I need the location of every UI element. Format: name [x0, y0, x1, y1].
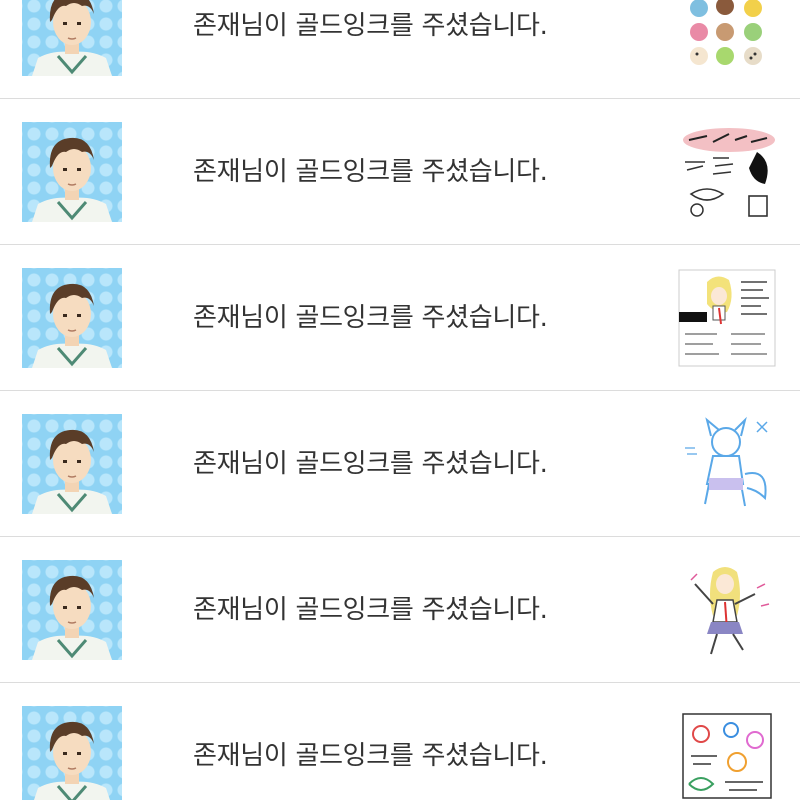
notification-item[interactable]: 존재님이 골드잉크를 주셨습니다. — [0, 99, 800, 245]
notification-message: 존재님이 골드잉크를 주셨습니다. — [193, 303, 548, 333]
user-avatar[interactable] — [22, 0, 122, 76]
user-avatar-icon — [34, 721, 110, 800]
user-avatar[interactable] — [22, 268, 122, 368]
drawing-thumbnail[interactable] — [677, 706, 777, 800]
notification-item[interactable]: 존재님이 골드잉크를 주셨습니다. — [0, 245, 800, 391]
drawing-thumbnail[interactable] — [677, 268, 777, 368]
user-avatar[interactable] — [22, 560, 122, 660]
notification-message: 존재님이 골드잉크를 주셨습니다. — [193, 741, 548, 771]
drawing-thumbnail[interactable] — [677, 122, 777, 222]
user-avatar[interactable] — [22, 122, 122, 222]
user-avatar-icon — [32, 0, 112, 76]
notification-item[interactable]: 존재님이 골드잉크를 주셨습니다. — [0, 0, 800, 99]
user-avatar-icon — [32, 137, 112, 222]
running-girl-sketch-icon — [690, 567, 770, 655]
drawing-thumbnail[interactable] — [677, 0, 777, 76]
notification-message: 존재님이 골드잉크를 주셨습니다. — [193, 595, 548, 625]
user-avatar[interactable] — [22, 706, 122, 800]
user-avatar-icon — [32, 429, 112, 514]
drawing-thumbnail[interactable] — [677, 560, 777, 660]
notification-list: 존재님이 골드잉크를 주셨습니다. 존재님이 골드잉크를 주셨습니다. 존재님이… — [0, 0, 800, 800]
notification-item[interactable]: 존재님이 골드잉크를 주셨습니다. — [0, 683, 800, 800]
ice-cream-drawing-icon — [690, 0, 762, 65]
handwritten-doodle-icon — [683, 128, 775, 217]
notification-item[interactable]: 존재님이 골드잉크를 주셨습니다. — [0, 391, 800, 537]
notification-message: 존재님이 골드잉크를 주셨습니다. — [193, 157, 548, 187]
colorful-doodle-page-icon — [682, 713, 772, 799]
user-avatar[interactable] — [22, 414, 122, 514]
notification-message: 존재님이 골드잉크를 주셨습니다. — [193, 11, 548, 41]
drawing-thumbnail[interactable] — [677, 414, 777, 514]
user-avatar-icon — [32, 575, 112, 660]
girl-character-sheet-icon — [678, 269, 776, 367]
user-avatar-icon — [32, 283, 112, 368]
blue-fox-boy-sketch-icon — [685, 416, 768, 507]
notification-item[interactable]: 존재님이 골드잉크를 주셨습니다. — [0, 537, 800, 683]
notification-message: 존재님이 골드잉크를 주셨습니다. — [193, 449, 548, 479]
